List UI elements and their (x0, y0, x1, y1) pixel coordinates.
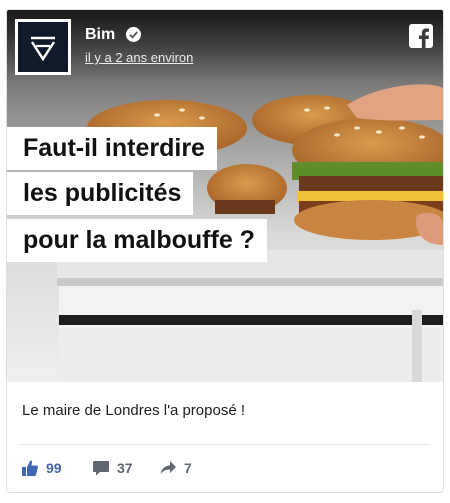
verified-check-icon (126, 27, 141, 42)
share-action[interactable]: 7 (159, 459, 192, 477)
like-action[interactable]: 99 (21, 459, 62, 477)
post-timestamp[interactable]: il y a 2 ans environ (85, 50, 193, 65)
headline-line-3: pour la malbouffe ? (7, 219, 267, 262)
page-name-link[interactable]: Bim (85, 26, 115, 44)
post-media[interactable]: Bim il y a 2 ans environ Faut-il interdi… (7, 10, 443, 382)
post-actions-bar: 99 37 7 (7, 454, 443, 484)
divider (20, 444, 430, 445)
comment-count: 37 (117, 460, 133, 476)
header-gradient (7, 10, 443, 80)
comment-bubble-icon (93, 461, 109, 476)
embedded-post-card: Bim il y a 2 ans environ Faut-il interdi… (6, 9, 444, 493)
like-count: 99 (46, 460, 62, 476)
facebook-icon[interactable] (409, 24, 433, 48)
post-caption: Le maire de Londres l'a proposé ! (22, 402, 246, 419)
share-arrow-icon (160, 461, 176, 475)
thumbs-up-icon (22, 460, 38, 476)
headline-line-1: Faut-il interdire (7, 127, 217, 170)
comment-action[interactable]: 37 (92, 459, 133, 477)
bim-logo-icon (30, 36, 56, 62)
share-count: 7 (184, 460, 192, 476)
page-avatar[interactable] (15, 19, 71, 75)
headline-line-2: les publicités (7, 172, 194, 215)
